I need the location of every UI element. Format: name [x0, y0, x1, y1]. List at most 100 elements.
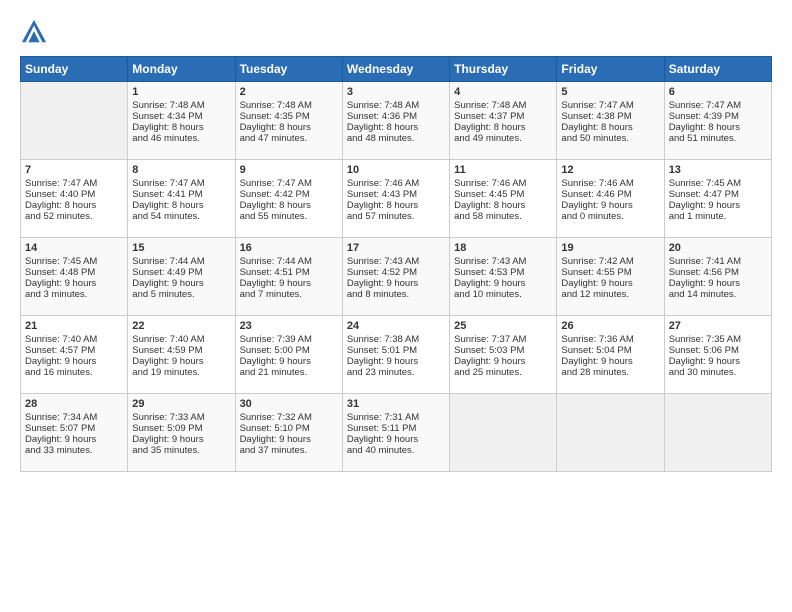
calendar-cell [557, 394, 664, 472]
day-info-line: Sunset: 4:40 PM [25, 189, 123, 200]
day-number: 20 [669, 242, 767, 254]
day-info-line: and 1 minute. [669, 211, 767, 222]
calendar-cell: 4Sunrise: 7:48 AMSunset: 4:37 PMDaylight… [450, 82, 557, 160]
day-info-line: and 10 minutes. [454, 289, 552, 300]
day-of-week-header: Thursday [450, 57, 557, 82]
day-info-line: Sunset: 4:42 PM [240, 189, 338, 200]
day-info-line: Sunset: 4:46 PM [561, 189, 659, 200]
day-info-line: Daylight: 8 hours [347, 200, 445, 211]
day-info-line: Sunrise: 7:41 AM [669, 256, 767, 267]
day-info-line: Daylight: 8 hours [25, 200, 123, 211]
day-info-line: Sunset: 4:59 PM [132, 345, 230, 356]
day-info-line: and 8 minutes. [347, 289, 445, 300]
day-number: 8 [132, 164, 230, 176]
day-number: 15 [132, 242, 230, 254]
day-info-line: and 23 minutes. [347, 367, 445, 378]
day-info-line: Daylight: 9 hours [240, 278, 338, 289]
day-info-line: Sunrise: 7:47 AM [240, 178, 338, 189]
day-info-line: and 0 minutes. [561, 211, 659, 222]
calendar-cell: 1 Sunrise: 7:48 AMSunset: 4:34 PMDaylight… [128, 82, 235, 160]
day-info-line: and 5 minutes. [132, 289, 230, 300]
day-info-line: and 33 minutes. [25, 445, 123, 456]
day-of-week-header: Tuesday [235, 57, 342, 82]
calendar-cell: 5Sunrise: 7:47 AMSunset: 4:38 PMDaylight… [557, 82, 664, 160]
day-info-line: and 30 minutes. [669, 367, 767, 378]
day-info-line: Sunrise: 7:48 AM [132, 100, 230, 111]
day-info-line: Sunrise: 7:34 AM [25, 412, 123, 423]
day-info-line: Sunrise: 7:47 AM [561, 100, 659, 111]
day-info-line: Daylight: 9 hours [669, 200, 767, 211]
day-info-line: Sunrise: 7:31 AM [347, 412, 445, 423]
day-info-line: Sunset: 5:00 PM [240, 345, 338, 356]
day-info-line: Sunrise: 7:47 AM [669, 100, 767, 111]
day-info-line: Sunrise: 7:32 AM [240, 412, 338, 423]
logo-icon [20, 18, 48, 46]
day-info-line: Sunset: 4:34 PM [132, 111, 230, 122]
logo [20, 18, 52, 46]
header [20, 18, 772, 46]
calendar-cell: 15Sunrise: 7:44 AMSunset: 4:49 PMDayligh… [128, 238, 235, 316]
day-of-week-header: Friday [557, 57, 664, 82]
day-number: 1 [132, 86, 230, 98]
day-info-line: Sunset: 5:01 PM [347, 345, 445, 356]
calendar-cell: 3Sunrise: 7:48 AMSunset: 4:36 PMDaylight… [342, 82, 449, 160]
day-number: 13 [669, 164, 767, 176]
day-info-line: Daylight: 9 hours [25, 434, 123, 445]
day-info-line: Sunrise: 7:48 AM [454, 100, 552, 111]
day-info-line: Sunrise: 7:35 AM [669, 334, 767, 345]
day-number: 9 [240, 164, 338, 176]
day-info-line: Sunset: 4:55 PM [561, 267, 659, 278]
day-info-line: and 35 minutes. [132, 445, 230, 456]
day-info-line: Sunrise: 7:48 AM [240, 100, 338, 111]
day-number: 11 [454, 164, 552, 176]
calendar-cell: 22Sunrise: 7:40 AMSunset: 4:59 PMDayligh… [128, 316, 235, 394]
day-info-line: Daylight: 9 hours [561, 200, 659, 211]
day-info-line: Sunset: 4:39 PM [669, 111, 767, 122]
day-number: 25 [454, 320, 552, 332]
day-number: 16 [240, 242, 338, 254]
day-info-line: Sunset: 5:06 PM [669, 345, 767, 356]
day-info-line: Daylight: 9 hours [669, 356, 767, 367]
day-info-line: Sunset: 4:49 PM [132, 267, 230, 278]
calendar-body: 1Sunrise: 7:48 AMSunset: 4:34 PMDaylight… [21, 82, 772, 472]
calendar-cell: 29Sunrise: 7:33 AMSunset: 5:09 PMDayligh… [128, 394, 235, 472]
day-number: 21 [25, 320, 123, 332]
calendar-cell: 9Sunrise: 7:47 AMSunset: 4:42 PMDaylight… [235, 160, 342, 238]
day-info-line: Daylight: 8 hours [454, 200, 552, 211]
day-info-line: Daylight: 9 hours [347, 434, 445, 445]
day-number: 27 [669, 320, 767, 332]
calendar-cell: 13Sunrise: 7:45 AMSunset: 4:47 PMDayligh… [664, 160, 771, 238]
day-number: 10 [347, 164, 445, 176]
day-info-line: and 52 minutes. [25, 211, 123, 222]
calendar-cell: 7Sunrise: 7:47 AMSunset: 4:40 PMDaylight… [21, 160, 128, 238]
day-info-line: and 55 minutes. [240, 211, 338, 222]
calendar-cell: 21Sunrise: 7:40 AMSunset: 4:57 PMDayligh… [21, 316, 128, 394]
day-info-line: Daylight: 9 hours [347, 356, 445, 367]
day-info-line: and 7 minutes. [240, 289, 338, 300]
day-info-line: Daylight: 9 hours [132, 278, 230, 289]
calendar-header: SundayMondayTuesdayWednesdayThursdayFrid… [21, 57, 772, 82]
day-number: 12 [561, 164, 659, 176]
page-container: SundayMondayTuesdayWednesdayThursdayFrid… [0, 0, 792, 482]
day-of-week-header: Wednesday [342, 57, 449, 82]
calendar-cell: 6Sunrise: 7:47 AMSunset: 4:39 PMDaylight… [664, 82, 771, 160]
day-info-line: and 47 minutes. [240, 133, 338, 144]
day-number: 2 [240, 86, 338, 98]
day-info-line: Sunrise: 7:39 AM [240, 334, 338, 345]
calendar-cell [664, 394, 771, 472]
day-info-line: Sunrise: 7:43 AM [454, 256, 552, 267]
calendar-week-row: 1Sunrise: 7:48 AMSunset: 4:34 PMDaylight… [21, 82, 772, 160]
day-info-line: Daylight: 9 hours [454, 356, 552, 367]
calendar-cell: 27 Sunrise: 7:35 AMSunset: 5:06 PMDayligh… [664, 316, 771, 394]
day-info-line: Sunrise: 7:46 AM [561, 178, 659, 189]
calendar-cell: 16Sunrise: 7:44 AMSunset: 4:51 PMDayligh… [235, 238, 342, 316]
day-info-line: Sunrise: 7:47 AM [132, 178, 230, 189]
day-info-line: and 3 minutes. [25, 289, 123, 300]
day-info-line: Sunset: 4:52 PM [347, 267, 445, 278]
day-info-line: and 40 minutes. [347, 445, 445, 456]
day-info-line: Daylight: 8 hours [132, 122, 230, 133]
day-info-line: and 28 minutes. [561, 367, 659, 378]
day-info-line: and 49 minutes. [454, 133, 552, 144]
day-number: 22 [132, 320, 230, 332]
day-info-line: Sunset: 5:10 PM [240, 423, 338, 434]
